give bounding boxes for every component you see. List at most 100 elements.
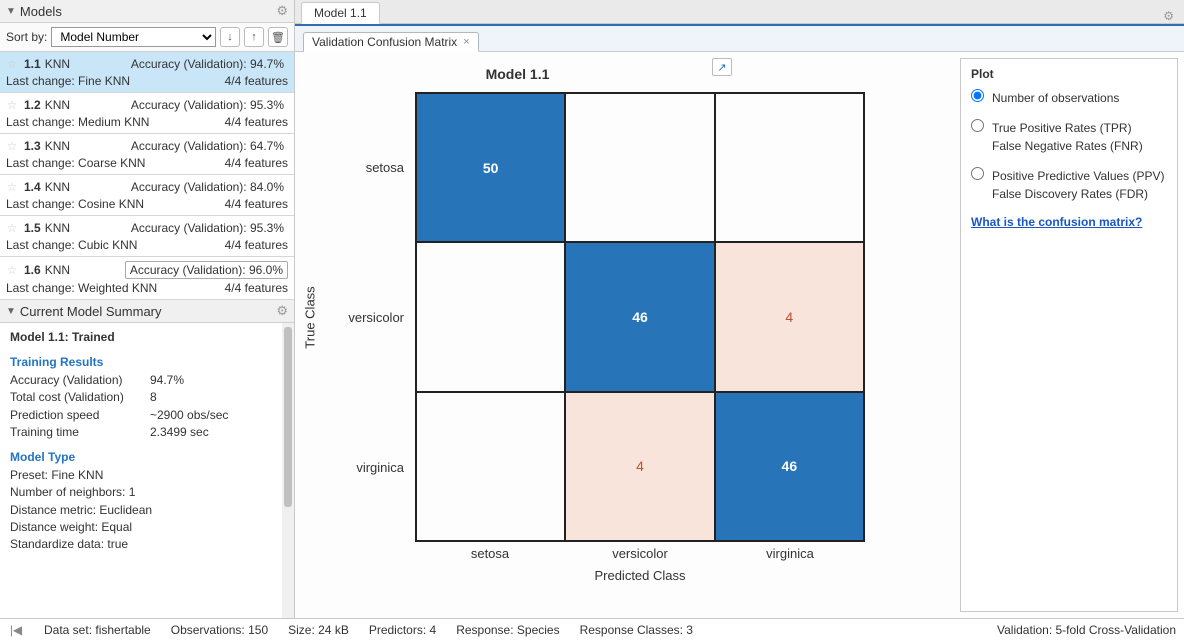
delete-button[interactable]: 🗑 (268, 27, 288, 47)
summary-value: 2.3499 sec (150, 424, 209, 441)
y-tick: virginica (335, 392, 410, 542)
plot-panel-title: Plot (971, 67, 1167, 81)
star-icon[interactable]: ☆ (4, 138, 20, 154)
star-icon[interactable]: ☆ (4, 220, 20, 236)
models-panel-header: ▼ Models ⚙ (0, 0, 294, 23)
model-id: 1.4 (24, 180, 41, 194)
accuracy-badge: Accuracy (Validation): 95.3% (127, 220, 288, 236)
matrix-cell (565, 93, 714, 242)
model-features: 4/4 features (225, 74, 288, 88)
model-type-heading: Model Type (10, 449, 284, 466)
model-features: 4/4 features (225, 238, 288, 252)
tab-bar: Model 1.1 ⚙ (295, 0, 1184, 24)
x-tick-labels: setosaversicolorvirginica (415, 546, 865, 561)
gear-icon[interactable]: ⚙ (1163, 9, 1178, 23)
summary-line: Number of neighbors: 1 (10, 484, 284, 501)
x-tick: setosa (415, 546, 565, 561)
y-axis-title: True Class (295, 92, 325, 542)
sort-up-button[interactable]: ↑ (244, 27, 264, 47)
matrix-cell: 50 (416, 93, 565, 242)
radio-observations-label: Number of observations (992, 89, 1119, 107)
summary-title: Current Model Summary (20, 304, 276, 319)
status-classes: Response Classes: 3 (580, 623, 693, 637)
summary-value: ~2900 obs/sec (150, 407, 228, 424)
model-id: 1.6 (24, 263, 41, 277)
model-change: Last change: Weighted KNN (6, 281, 157, 295)
matrix-cell: 4 (565, 392, 714, 541)
radio-tpr-fnr-label: True Positive Rates (TPR)False Negative … (992, 119, 1143, 155)
model-features: 4/4 features (225, 197, 288, 211)
radio-tpr-fnr[interactable] (971, 119, 984, 132)
model-id: 1.1 (24, 57, 41, 71)
tab-model[interactable]: Model 1.1 (301, 2, 380, 24)
model-name: KNN (45, 221, 70, 235)
model-item[interactable]: ☆1.2KNNAccuracy (Validation): 95.3%Last … (0, 93, 294, 134)
collapse-icon[interactable]: ▼ (6, 306, 16, 317)
status-dataset: Data set: fishertable (44, 623, 151, 637)
plot-area: ↗ Model 1.1 True Class setosaversicolorv… (295, 52, 1184, 618)
back-icon[interactable]: |◀ (8, 623, 24, 637)
model-name: KNN (45, 180, 70, 194)
help-link[interactable]: What is the confusion matrix? (971, 215, 1167, 229)
model-item[interactable]: ☆ 1.4 KNN Accuracy (Validation): 84.0% Last … (0, 175, 294, 216)
scrollbar-thumb[interactable] (284, 327, 292, 507)
training-results-heading: Training Results (10, 354, 284, 371)
model-change: Last change: Coarse KNN (6, 156, 145, 170)
collapse-icon[interactable]: ▼ (6, 6, 16, 17)
chart-zone: ↗ Model 1.1 True Class setosaversicolorv… (295, 52, 960, 618)
model-item[interactable]: ☆ 1.6 KNN Accuracy (Validation): 96.0% Last … (0, 257, 294, 300)
radio-ppv-fdr[interactable] (971, 167, 984, 180)
model-item[interactable]: ☆1.5KNNAccuracy (Validation): 95.3%Last … (0, 216, 294, 257)
star-icon[interactable]: ☆ (4, 179, 20, 195)
y-tick: versicolor (335, 242, 410, 392)
close-icon[interactable]: × (463, 36, 469, 48)
model-change: Last change: Cosine KNN (6, 197, 144, 211)
y-tick-labels: setosaversicolorvirginica (335, 92, 410, 542)
sort-row: Sort by: Model Number ↓ ↑ 🗑 (0, 23, 294, 52)
accuracy-badge: Accuracy (Validation): 96.0% (125, 261, 288, 279)
star-icon[interactable]: ☆ (4, 97, 20, 113)
model-name: KNN (45, 139, 70, 153)
summary-key: Prediction speed (10, 407, 150, 424)
scrollbar[interactable] (282, 323, 294, 618)
model-features: 4/4 features (225, 281, 288, 295)
model-features: 4/4 features (225, 156, 288, 170)
model-item[interactable]: ☆1.1KNNAccuracy (Validation): 94.7%Last … (0, 52, 294, 93)
gear-icon[interactable]: ⚙ (276, 3, 288, 19)
x-axis-title: Predicted Class (415, 568, 865, 583)
summary-model-title: Model 1.1: Trained (10, 329, 284, 346)
radio-observations[interactable] (971, 89, 984, 102)
matrix-cell (416, 242, 565, 391)
models-title: Models (20, 4, 276, 19)
summary-value: 8 (150, 389, 157, 406)
accuracy-badge: Accuracy (Validation): 64.7% (127, 138, 288, 154)
model-list: ☆1.1KNNAccuracy (Validation): 94.7%Last … (0, 52, 294, 300)
accuracy-badge: Accuracy (Validation): 84.0% (127, 179, 288, 195)
status-validation: Validation: 5-fold Cross-Validation (997, 623, 1176, 637)
status-size: Size: 24 kB (288, 623, 349, 637)
model-features: 4/4 features (225, 115, 288, 129)
gear-icon[interactable]: ⚙ (276, 303, 288, 319)
x-tick: versicolor (565, 546, 715, 561)
status-response: Response: Species (456, 623, 559, 637)
status-observations: Observations: 150 (171, 623, 268, 637)
summary-panel-header: ▼ Current Model Summary ⚙ (0, 300, 294, 323)
matrix-cell (416, 392, 565, 541)
model-change: Last change: Medium KNN (6, 115, 149, 129)
accuracy-badge: Accuracy (Validation): 95.3% (127, 97, 288, 113)
summary-line: Distance weight: Equal (10, 519, 284, 536)
confusion-matrix: 50464446 (415, 92, 865, 542)
summary-line: Preset: Fine KNN (10, 467, 284, 484)
sort-down-button[interactable]: ↓ (220, 27, 240, 47)
star-icon[interactable]: ☆ (4, 56, 20, 72)
model-item[interactable]: ☆1.3KNNAccuracy (Validation): 64.7%Last … (0, 134, 294, 175)
matrix-cell (715, 93, 864, 242)
summary-key: Total cost (Validation) (10, 389, 150, 406)
sort-select[interactable]: Model Number (51, 27, 216, 47)
model-id: 1.2 (24, 98, 41, 112)
model-name: KNN (45, 263, 70, 277)
subtab-bar: Validation Confusion Matrix × (295, 24, 1184, 52)
star-icon[interactable]: ☆ (4, 262, 20, 278)
subtab-confusion-matrix[interactable]: Validation Confusion Matrix × (303, 32, 479, 52)
summary-key: Accuracy (Validation) (10, 372, 150, 389)
